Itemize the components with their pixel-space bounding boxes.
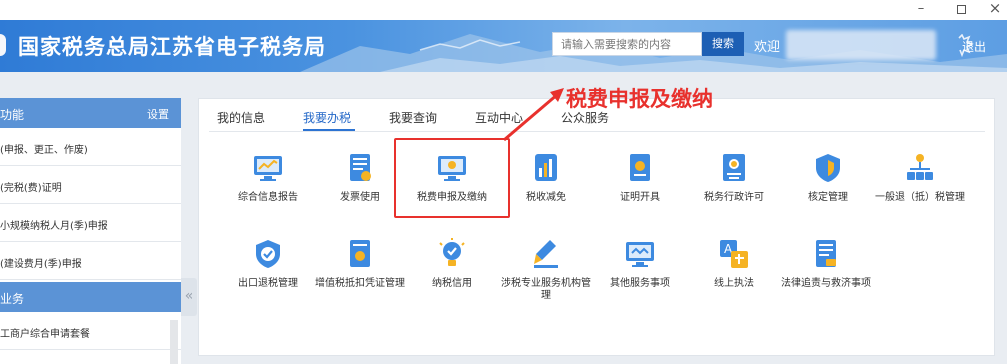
function-tax-reduction[interactable]: 税收减免: [498, 152, 594, 232]
sidebar-item[interactable]: 小规模纳税人月(季)申报: [0, 204, 181, 242]
search-input[interactable]: [552, 32, 702, 56]
sidebar-collapse-button[interactable]: «: [181, 278, 197, 316]
function-label: 税务行政许可: [704, 192, 764, 203]
annotation-arrow: [503, 88, 564, 142]
function-tax-refund-management[interactable]: 一般退（抵）税管理: [872, 152, 968, 232]
tab-my-info[interactable]: 我的信息: [217, 109, 265, 126]
flowchart-icon: [907, 154, 933, 180]
legal-document-icon: [816, 240, 836, 267]
sidebar-item-label: (建设费月(季)申报: [0, 259, 82, 270]
document-stamp-icon: [350, 240, 370, 267]
welcome-text: 欢迎: [754, 40, 781, 55]
sidebar-item[interactable]: (建设费月(季)申报: [0, 242, 181, 280]
sidebar-settings-link[interactable]: 设置: [147, 106, 169, 122]
sidebar-item-label: 工商户综合申请套餐: [0, 329, 90, 340]
site-title: 国家税务总局江苏省电子税务局: [18, 35, 326, 59]
function-online-enforcement[interactable]: A 线上执法: [686, 238, 782, 318]
search-button[interactable]: 搜索: [702, 32, 744, 56]
shield-icon: [816, 154, 840, 182]
tab-tax-handling[interactable]: 我要办税: [303, 109, 351, 126]
document-icon: [350, 154, 371, 181]
sidebar-item[interactable]: (完税(费)证明: [0, 166, 181, 204]
function-label: 一般退（抵）税管理: [875, 192, 965, 203]
function-professional-service-agencies[interactable]: 涉税专业服务机构管理: [498, 238, 594, 318]
function-label: 核定管理: [808, 192, 848, 203]
function-label: 纳税信用: [432, 278, 472, 289]
function-legal-remedy-matters[interactable]: 法律追责与救济事项: [778, 238, 874, 318]
emblem-logo: [0, 34, 6, 56]
annotation-callout-text: 税费申报及缴纳: [566, 87, 713, 111]
function-other-services[interactable]: 其他服务事项: [592, 238, 688, 318]
pen-tool-icon: [534, 240, 558, 268]
sidebar-item-label: (完税(费)证明: [0, 183, 62, 194]
function-tax-credit[interactable]: 纳税信用: [404, 238, 500, 318]
username-redacted: [786, 30, 936, 60]
function-certificate-issuance[interactable]: 证明开具: [592, 152, 688, 232]
maximize-button[interactable]: [944, 0, 978, 20]
function-administrative-license[interactable]: 税务行政许可: [686, 152, 782, 232]
calculator-chart-icon: [535, 154, 557, 181]
tab-my-query[interactable]: 我要查询: [389, 109, 437, 126]
sidebar-section-title: 业务: [0, 292, 25, 306]
function-export-refund-management[interactable]: 出口退税管理: [220, 238, 316, 318]
sidebar-section-title: 功能: [0, 108, 25, 122]
sidebar-item-label: (申报、更正、作废): [0, 145, 88, 156]
monitor-icon: [626, 242, 654, 267]
sidebar-item[interactable]: (申报、更正、作废): [0, 128, 181, 166]
logout-link[interactable]: 退出: [962, 38, 986, 55]
sidebar-item[interactable]: 工商户综合申请套餐: [0, 312, 181, 350]
minimize-button[interactable]: –: [904, 0, 938, 20]
sidebar: 功能 设置 (申报、更正、作废) (完税(费)证明 小规模纳税人月(季)申报 (…: [0, 98, 181, 364]
tabs-divider: [209, 131, 985, 132]
sidebar-scrollbar[interactable]: [170, 320, 178, 364]
lightbulb-check-icon: [439, 238, 465, 266]
certificate-icon: [630, 154, 650, 181]
function-label: 证明开具: [620, 192, 660, 203]
function-comprehensive-info-report[interactable]: 综合信息报告: [220, 152, 316, 232]
window-titlebar: – ×: [0, 0, 1007, 20]
close-button[interactable]: ×: [978, 0, 1007, 20]
function-label: 出口退税管理: [238, 278, 298, 289]
monitor-chart-icon: [254, 156, 282, 181]
function-vat-deduction-voucher[interactable]: 增值税抵扣凭证管理: [312, 238, 408, 318]
function-label: 增值税抵扣凭证管理: [315, 278, 405, 289]
maximize-icon: [956, 5, 966, 14]
function-label: 其他服务事项: [610, 278, 670, 289]
license-icon: [723, 154, 745, 181]
sidebar-item-label: 小规模纳税人月(季)申报: [0, 221, 108, 232]
function-label: 综合信息报告: [238, 192, 298, 203]
function-label: 线上执法: [714, 278, 754, 289]
annotation-highlight-box: [394, 138, 510, 218]
function-label: 税收减免: [526, 192, 566, 203]
site-header: 国家税务总局江苏省电子税务局 搜索 欢迎 退出: [0, 20, 1007, 72]
function-label: 法律追责与救济事项: [781, 278, 871, 289]
function-label: 涉税专业服务机构管理: [501, 278, 591, 301]
shield-check-icon: [256, 240, 280, 268]
translate-icon: A: [720, 240, 748, 268]
function-verification-management[interactable]: 核定管理: [780, 152, 876, 232]
sidebar-section-business: 业务: [0, 282, 181, 312]
sidebar-section-functions: 功能 设置: [0, 98, 181, 128]
